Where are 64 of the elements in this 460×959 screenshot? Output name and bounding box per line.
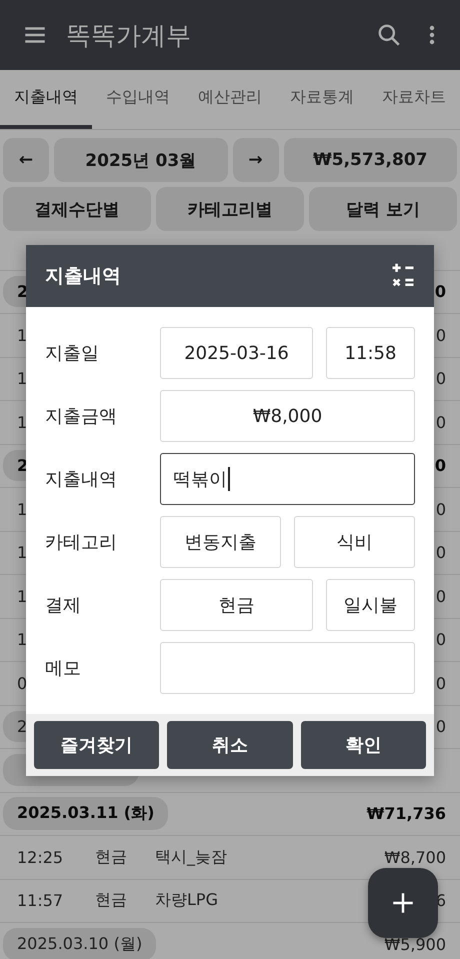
tab[interactable]: 예산관리 [184,70,276,129]
total-button[interactable]: ₩5,573,807 [284,138,457,182]
input-field[interactable]: 떡볶이 [160,453,415,505]
previous-month-button[interactable]: ← [3,138,49,182]
dialog-title: 지출내역 [45,264,121,289]
view-button[interactable]: 달력 보기 [309,187,457,231]
item-text: 차량LPG [155,890,218,912]
dialog-button[interactable]: 즐겨찾기 [34,721,160,769]
payment-text: 현금 [95,846,127,866]
value-field[interactable]: 2025-03-16 [160,327,313,379]
time-text: 11:57 [17,891,64,910]
search-icon[interactable] [376,22,402,48]
day-total-text: 0 [434,456,446,476]
time-text: 1 [17,543,28,562]
dialog-button[interactable]: 취소 [167,721,293,769]
field-label: 지출금액 [45,405,118,428]
view-button[interactable]: 카테고리별 [156,187,304,231]
time-text: 1 [17,500,28,519]
time-text: 12:25 [17,848,64,867]
time-text: 1 [17,369,28,388]
input-field[interactable] [160,642,415,694]
value-field[interactable]: 11:58 [326,327,415,379]
field-label: 지출내역 [45,468,118,491]
time-text: 1 [17,326,28,345]
amount-text: 0 [436,543,446,562]
amount-text: 0 [436,674,446,693]
tab[interactable]: 수입내역 [92,70,184,129]
amount-text: 0 [436,586,446,606]
amount-text: 0 [436,326,446,345]
amount-field[interactable]: ₩8,000 [160,390,415,442]
value-field[interactable]: 현금 [160,579,313,631]
value-field[interactable]: 일시불 [326,579,415,631]
select-field[interactable]: 식비 [294,516,415,568]
amount-text: 0 [436,630,446,650]
select-field[interactable]: 변동지출 [160,516,281,568]
time-text: 1 [17,630,28,650]
time-text: 0 [17,674,28,693]
app-title: 똑똑가계부 [66,20,191,52]
dialog-button[interactable]: 확인 [300,721,426,769]
day-total-text: 0 [436,717,446,736]
amount-text: 0 [436,412,446,432]
amount-text: 0 [436,500,446,519]
field-label: 지출일 [45,342,100,365]
view-button[interactable]: 결제수단별 [3,187,151,231]
day-total-text: 0 [434,282,446,302]
field-label: 결제 [45,594,82,617]
time-text: 1 [17,586,28,606]
month-button[interactable]: 2025년 03월 [54,138,228,182]
time-text: 1 [17,412,28,432]
add-button[interactable] [368,868,438,938]
amount-text: 0 [436,369,446,388]
field-label: 카테고리 [45,531,118,554]
payment-text: 현금 [95,890,127,910]
tab[interactable]: 지출내역 [0,70,92,129]
next-month-button[interactable]: → [232,138,278,182]
tab[interactable]: 자료차트 [368,70,460,129]
field-label: 메모 [45,657,82,680]
amount-text: ₩8,700 [384,848,446,867]
tab[interactable]: 자료통계 [276,70,368,129]
day-total-text: ₩71,736 [366,804,446,824]
date-label: 2025.03.11 (화) [3,797,168,830]
item-text: 택시_늦잠 [155,846,227,868]
date-label: 2025.03.10 (월) [3,928,156,959]
day-total-text: ₩5,900 [384,934,446,954]
